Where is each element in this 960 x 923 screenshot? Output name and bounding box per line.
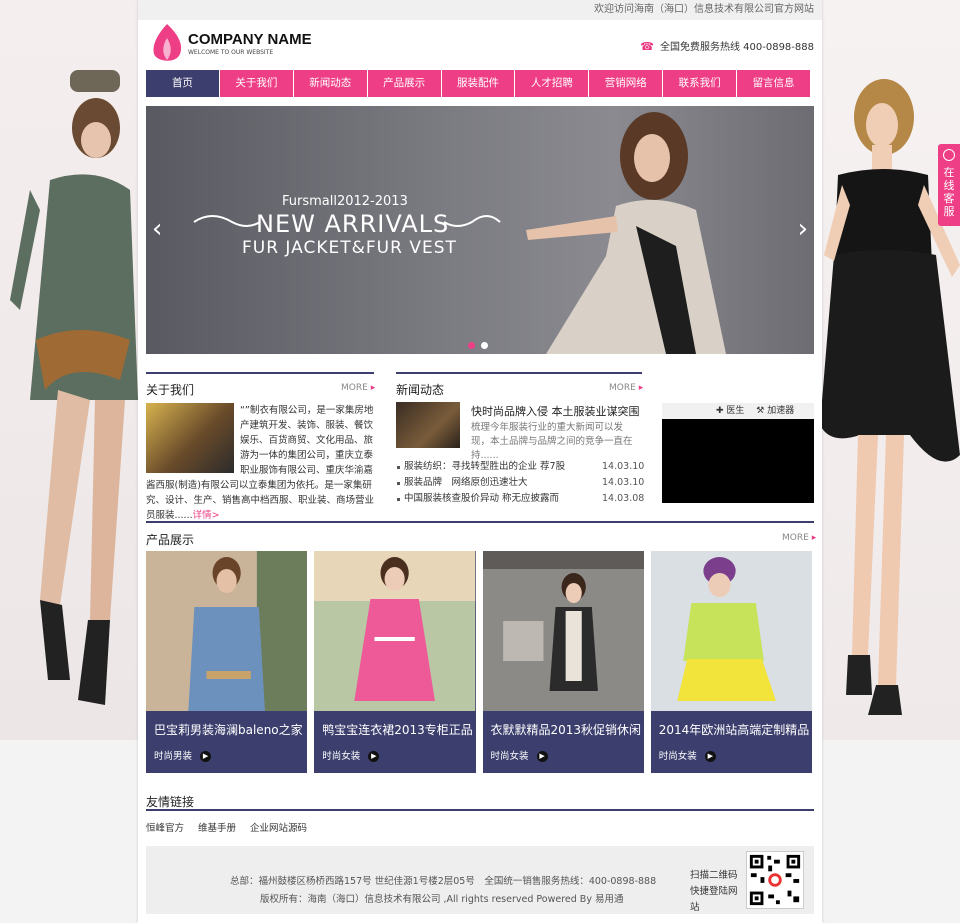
chat-icon xyxy=(943,149,955,161)
hero-banner[interactable]: Fursmall2012-2013 NEW ARRIVALS FUR JACKE… xyxy=(146,106,814,354)
footer-address: 总部：福州鼓楼区杨桥西路157号 世纪佳源1号楼2层05号 全国统一销售服务热线… xyxy=(230,876,657,887)
product-image xyxy=(146,551,308,711)
video-top-strip xyxy=(662,373,814,403)
petal-logo-icon xyxy=(153,24,182,61)
news-headline[interactable]: 快时尚品牌入侵 本土服装业谋突围 xyxy=(471,403,640,419)
phone-icon: ☎ xyxy=(640,40,654,53)
products-divider xyxy=(146,521,814,523)
about-title: 关于我们 xyxy=(146,383,195,397)
nav-item-accessories[interactable]: 服装配件 xyxy=(441,70,515,97)
product-name: 巴宝莉男装海澜baleno之家 xyxy=(154,723,303,737)
site-footer: 总部：福州鼓楼区杨桥西路157号 世纪佳源1号楼2层05号 全国统一销售服务热线… xyxy=(146,846,814,914)
banner-headline: NEW ARRIVALS xyxy=(256,210,450,238)
ornament-right-icon xyxy=(443,215,501,227)
product-image xyxy=(482,551,644,711)
banner-season: Fursmall2012-2013 xyxy=(282,194,408,209)
nav-item-products[interactable]: 产品展示 xyxy=(367,70,441,97)
company-tagline: WELCOME TO OUR WEBSITE xyxy=(188,49,274,56)
product-category[interactable]: 时尚女装 ▶ xyxy=(659,748,716,762)
top-welcome-bar: 欢迎访问海南（海口）信息技术有限公司官方网站 xyxy=(138,0,822,20)
products-title: 产品展示 xyxy=(146,533,195,547)
news-more-link[interactable]: MORE ▸ xyxy=(609,383,643,393)
product-card[interactable]: 鸭宝宝连衣裙2013专柜正品 时尚女装 ▶ xyxy=(314,551,476,773)
product-category[interactable]: 时尚女装 ▶ xyxy=(491,748,548,762)
about-thumbnail xyxy=(146,403,234,473)
browser-toolbar: ✚ 医生 ⚒ 加速器 xyxy=(662,403,814,419)
link-item[interactable]: 企业网站源码 xyxy=(250,820,307,834)
nav-item-network[interactable]: 营销网络 xyxy=(589,70,663,97)
main-nav: 首页 关于我们 新闻动态 产品展示 服装配件 人才招聘 营销网络 联系我们 留言… xyxy=(146,70,811,97)
list-item[interactable]: 服装品牌 网络原创迅速壮大 14.03.10 xyxy=(396,475,644,491)
product-name: 2014年欧洲站高端定制精品 xyxy=(658,723,810,737)
background-left xyxy=(0,0,140,740)
banner-subheadline: FUR JACKET&FUR VEST xyxy=(242,238,457,258)
product-name: 鸭宝宝连衣裙2013专柜正品 xyxy=(322,723,473,737)
hotline-text: 全国免费服务热线 400-0898-888 xyxy=(659,42,814,53)
product-category[interactable]: 时尚女装 ▶ xyxy=(322,748,380,762)
service-hotline: ☎ 全国免费服务热线 400-0898-888 xyxy=(640,38,814,53)
product-category[interactable]: 时尚男装 ▶ xyxy=(154,748,212,762)
links-divider xyxy=(146,809,814,811)
ornament-left-icon xyxy=(193,215,261,227)
arrow-right-icon: ▶ xyxy=(536,751,548,762)
arrow-right-icon: ▶ xyxy=(704,751,716,762)
news-thumbnail[interactable] xyxy=(396,402,460,448)
online-service-tab[interactable]: 在线客服 xyxy=(938,144,960,226)
site-logo[interactable]: COMPANY NAME WELCOME TO OUR WEBSITE xyxy=(150,22,340,66)
news-description: 梳理今年服装行业的重大新闻可以发现，本土品牌与品牌之间的竞争一直在持...... xyxy=(471,422,633,461)
product-card[interactable]: 2014年欧洲站高端定制精品 时尚女装 ▶ xyxy=(650,551,812,773)
video-player[interactable]: ✚ 医生 ⚒ 加速器 xyxy=(662,373,814,503)
product-card[interactable]: 衣默默精品2013秋促销休闲 时尚女装 ▶ xyxy=(482,551,644,773)
online-service-label: 在线客服 xyxy=(943,166,955,218)
nav-item-about[interactable]: 关于我们 xyxy=(219,70,293,97)
footer-copyright: 版权所有：海南（海口）信息技术有限公司 ,All rights reserved… xyxy=(260,894,624,905)
products-more-link[interactable]: MORE ▸ xyxy=(782,533,816,543)
nav-item-home[interactable]: 首页 xyxy=(146,70,219,97)
news-title: 新闻动态 xyxy=(396,383,445,397)
background-right xyxy=(820,0,960,740)
news-list: 服装纺织：寻找转型胜出的企业 荐7股 14.03.10 服装品牌 网络原创迅速壮大… xyxy=(396,459,644,507)
list-item[interactable]: 服装纺织：寻找转型胜出的企业 荐7股 14.03.10 xyxy=(396,459,644,475)
about-divider xyxy=(146,372,374,374)
arrow-right-icon: ▶ xyxy=(200,751,212,762)
banner-pagination xyxy=(468,342,488,349)
news-divider xyxy=(396,372,642,374)
company-name: COMPANY NAME xyxy=(188,31,312,48)
link-item[interactable]: 恒峰官方 xyxy=(146,820,184,834)
product-image xyxy=(650,551,812,711)
model-left-image xyxy=(10,70,138,705)
banner-next-arrow[interactable]: › xyxy=(798,216,808,242)
about-more-link[interactable]: MORE ▸ xyxy=(341,383,375,393)
product-name: 衣默默精品2013秋促销休闲 xyxy=(490,723,642,737)
banner-dot-2[interactable] xyxy=(481,342,488,349)
banner-prev-arrow[interactable]: ‹ xyxy=(152,216,162,242)
product-grid: 巴宝莉男装海澜baleno之家 时尚男装 ▶ 鸭宝宝连衣裙2013专柜正品 时尚女… xyxy=(146,551,812,773)
qr-caption: 扫描二维码快捷登陆网站 xyxy=(690,870,738,913)
product-image xyxy=(314,551,476,711)
banner-model-image xyxy=(526,112,726,354)
friend-links: 恒峰官方 维基手册 企业网站源码 xyxy=(146,820,307,834)
nav-item-jobs[interactable]: 人才招聘 xyxy=(515,70,589,97)
product-card[interactable]: 巴宝莉男装海澜baleno之家 时尚男装 ▶ xyxy=(146,551,308,773)
list-item[interactable]: 中国服装核查股价异动 称无应披露而 14.03.08 xyxy=(396,491,644,507)
qr-code-icon[interactable] xyxy=(746,851,804,909)
links-title: 友情链接 xyxy=(146,795,195,809)
nav-item-messages[interactable]: 留言信息 xyxy=(737,70,811,97)
arrow-right-icon: ▶ xyxy=(368,751,380,762)
nav-item-contact[interactable]: 联系我们 xyxy=(663,70,737,97)
about-detail-link[interactable]: 详情> xyxy=(193,510,220,521)
nav-item-news[interactable]: 新闻动态 xyxy=(293,70,367,97)
page-container: 欢迎访问海南（海口）信息技术有限公司官方网站 COMPANY NAME WELC… xyxy=(138,0,822,923)
about-summary: “”制衣有限公司，是一家集房地产建筑开发、装饰、服装、餐饮娱乐、百货商贸、文化用… xyxy=(146,403,374,523)
link-item[interactable]: 维基手册 xyxy=(198,820,236,834)
banner-dot-1[interactable] xyxy=(468,342,475,349)
